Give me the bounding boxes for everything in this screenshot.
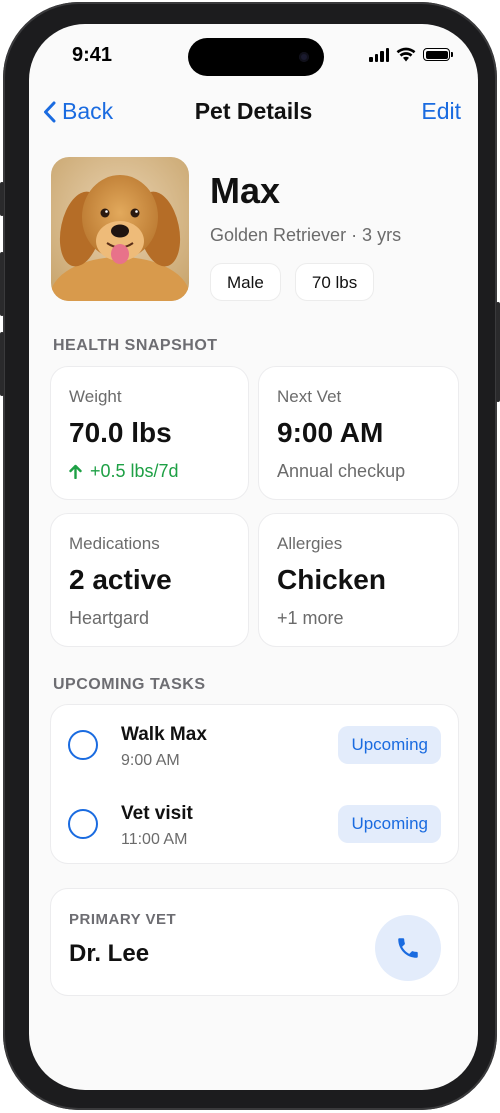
weight-label: Weight [69,387,122,406]
phone-icon [398,938,418,958]
allergies-card[interactable]: Allergies Chicken +1 more [258,513,459,647]
next-vet-sub: Annual checkup [277,461,406,481]
allergies-label: Allergies [277,534,343,553]
task-title: Walk Max [121,724,207,745]
task-time: 11:00 AM [121,831,188,848]
power-button [496,302,500,402]
task-checkbox[interactable] [68,809,98,839]
weight-trend: +0.5 lbs/7d [69,461,179,482]
next-vet-label: Next Vet [277,387,342,406]
task-row[interactable]: Walk Max 9:00 AM Upcoming [51,716,458,776]
screen: 9:41 Back Pet Details Edit Max Golden Re… [29,24,478,1090]
pet-photo [51,157,189,301]
task-time: 9:00 AM [121,752,180,769]
tasks-card: Walk Max 9:00 AM Upcoming Vet visit 11:0… [50,704,459,864]
primary-vet-label: PRIMARY VET [69,911,177,928]
camera-icon [299,52,309,62]
task-status-badge: Upcoming [338,726,441,764]
phone-frame: 9:41 Back Pet Details Edit Max Golden Re… [0,2,500,1110]
allergies-sub: +1 more [277,608,344,628]
sex-chip: Male [210,263,281,301]
status-time: 9:41 [72,44,113,66]
health-section-title: HEALTH SNAPSHOT [53,337,218,354]
page-title: Pet Details [194,98,313,124]
weight-value: 70.0 lbs [69,417,172,448]
wifi-icon [396,47,416,62]
primary-vet-name: Dr. Lee [69,940,150,967]
dynamic-island [188,38,324,76]
next-vet-value: 9:00 AM [277,417,384,448]
task-status-badge: Upcoming [338,805,441,843]
pet-breed-age: Golden Retriever · 3 yrs [210,225,402,245]
medications-sub: Heartgard [69,608,150,628]
medications-label: Medications [69,534,160,553]
weight-chip: 70 lbs [294,263,375,301]
up-arrow-icon [69,464,82,479]
call-vet-button[interactable] [375,915,441,981]
battery-icon [423,48,453,61]
weight-trend-text: +0.5 lbs/7d [90,461,179,481]
next-vet-card[interactable]: Next Vet 9:00 AM Annual checkup [258,366,459,500]
primary-vet-card: PRIMARY VET Dr. Lee [50,888,459,996]
pet-chips: Male 70 lbs [210,263,375,301]
pet-name: Max [210,170,281,211]
medications-value: 2 active [69,564,172,595]
signal-icon [369,47,389,62]
task-title: Vet visit [121,803,193,824]
task-row[interactable]: Vet visit 11:00 AM Upcoming [51,795,458,855]
task-checkbox[interactable] [68,730,98,760]
volume-up-button [0,252,4,316]
edit-button[interactable]: Edit [421,98,461,125]
action-button [0,182,4,216]
nav-bar: Back Pet Details Edit [29,96,478,130]
medications-card[interactable]: Medications 2 active Heartgard [50,513,249,647]
volume-down-button [0,332,4,396]
allergies-value: Chicken [277,564,386,595]
status-icons [369,47,453,62]
weight-card[interactable]: Weight 70.0 lbs +0.5 lbs/7d [50,366,249,500]
tasks-section-title: UPCOMING TASKS [53,676,206,693]
